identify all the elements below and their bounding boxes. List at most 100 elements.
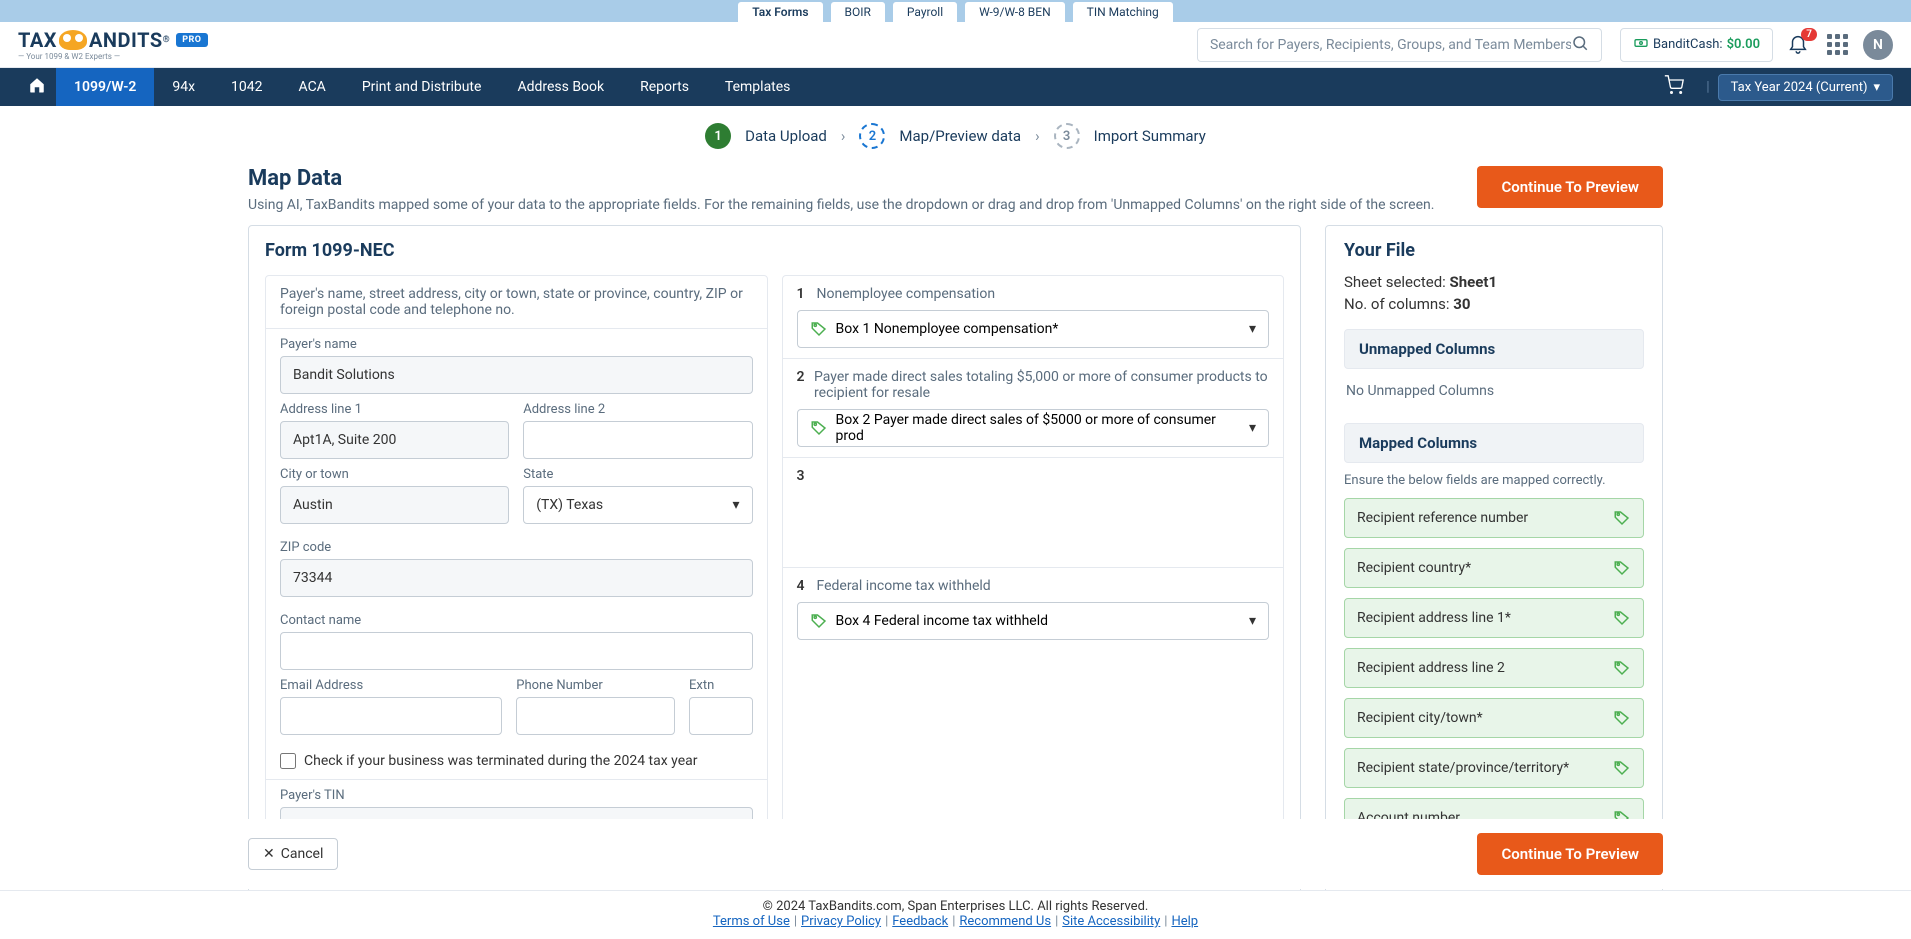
tag-icon xyxy=(810,320,828,338)
logo[interactable]: TAX ANDITS ® PRO — Your 1099 & W2 Expert… xyxy=(18,28,208,61)
footer-separator: | xyxy=(1160,914,1171,929)
zip-input[interactable] xyxy=(280,559,753,597)
cancel-button[interactable]: ✕ Cancel xyxy=(248,838,338,870)
state-label: State xyxy=(523,467,752,482)
mapped-column-label: Recipient address line 1* xyxy=(1357,610,1511,626)
cart-icon[interactable] xyxy=(1650,75,1698,99)
tag-icon xyxy=(1613,609,1631,627)
close-icon: ✕ xyxy=(263,846,275,862)
tag-icon xyxy=(1613,509,1631,527)
chevron-down-icon: ▾ xyxy=(732,497,739,513)
mapped-column-label: Recipient address line 2 xyxy=(1357,660,1505,676)
nav-aca[interactable]: ACA xyxy=(281,68,344,106)
header: TAX ANDITS ® PRO — Your 1099 & W2 Expert… xyxy=(0,22,1911,68)
city-input[interactable] xyxy=(280,486,509,524)
payer-section: Payer's name, street address, city or to… xyxy=(265,275,768,854)
mapped-column-item[interactable]: Recipient city/town* xyxy=(1344,698,1644,738)
copyright: © 2024 TaxBandits.com, Span Enterprises … xyxy=(0,899,1911,914)
nav-templates[interactable]: Templates xyxy=(707,68,809,106)
search-input[interactable] xyxy=(1210,37,1571,53)
mapped-column-item[interactable]: Recipient reference number xyxy=(1344,498,1644,538)
form-title: Form 1099-NEC xyxy=(265,240,1284,261)
nav-94x[interactable]: 94x xyxy=(154,68,213,106)
nav-print[interactable]: Print and Distribute xyxy=(344,68,500,106)
unmapped-empty: No Unmapped Columns xyxy=(1344,379,1644,407)
payer-name-input[interactable] xyxy=(280,356,753,394)
phone-input[interactable] xyxy=(516,697,675,735)
top-tab-payroll[interactable]: Payroll xyxy=(892,1,958,22)
nav-address-book[interactable]: Address Book xyxy=(499,68,622,106)
nav-home[interactable] xyxy=(18,76,56,98)
box2-label: Payer made direct sales totaling $5,000 … xyxy=(814,369,1269,401)
nav-1042[interactable]: 1042 xyxy=(213,68,280,106)
top-tab-w9w8[interactable]: W-9/W-8 BEN xyxy=(964,1,1066,22)
contact-label: Contact name xyxy=(280,613,753,628)
logo-text-b: ANDITS xyxy=(89,28,163,52)
tag-icon xyxy=(810,612,828,630)
tax-year-selector[interactable]: Tax Year 2024 (Current) ▾ xyxy=(1718,74,1893,101)
footer-separator: | xyxy=(948,914,959,929)
box4-value: Box 4 Federal income tax withheld xyxy=(836,613,1049,629)
sidebar-title: Your File xyxy=(1344,240,1644,261)
mapped-column-item[interactable]: Recipient address line 2 xyxy=(1344,648,1644,688)
email-label: Email Address xyxy=(280,678,502,693)
bandit-cash-label: BanditCash: xyxy=(1653,37,1723,52)
top-tabs: Tax Forms BOIR Payroll W-9/W-8 BEN TIN M… xyxy=(0,0,1911,22)
search-icon xyxy=(1571,34,1589,56)
cols-value: 30 xyxy=(1453,295,1470,313)
step-3-label: Import Summary xyxy=(1094,127,1206,145)
avatar[interactable]: N xyxy=(1863,30,1893,60)
state-select[interactable]: (TX) Texas ▾ xyxy=(523,486,752,524)
mapped-column-item[interactable]: Recipient address line 1* xyxy=(1344,598,1644,638)
top-tab-tin[interactable]: TIN Matching xyxy=(1072,1,1174,22)
cash-icon xyxy=(1633,35,1649,55)
step-1-badge: 1 xyxy=(705,123,731,149)
step-2-badge: 2 xyxy=(859,123,885,149)
mapped-column-label: Recipient city/town* xyxy=(1357,710,1483,726)
footer-link[interactable]: Help xyxy=(1171,914,1198,929)
chevron-right-icon: › xyxy=(841,127,846,145)
top-tab-boir[interactable]: BOIR xyxy=(830,1,886,22)
bandit-cash-button[interactable]: BanditCash: $0.00 xyxy=(1620,28,1773,62)
box2-select[interactable]: Box 2 Payer made direct sales of $5000 o… xyxy=(797,409,1270,447)
mapped-column-label: Recipient reference number xyxy=(1357,510,1528,526)
step-2-label: Map/Preview data xyxy=(899,127,1021,145)
email-input[interactable] xyxy=(280,697,502,735)
notifications-button[interactable]: 7 xyxy=(1787,32,1813,58)
terminated-checkbox[interactable] xyxy=(280,753,296,769)
footer-link[interactable]: Privacy Policy xyxy=(801,914,881,929)
cancel-label: Cancel xyxy=(281,846,324,862)
mapped-column-item[interactable]: Recipient state/province/territory* xyxy=(1344,748,1644,788)
nav-reports[interactable]: Reports xyxy=(622,68,707,106)
addr2-input[interactable] xyxy=(523,421,752,459)
mapped-column-item[interactable]: Recipient country* xyxy=(1344,548,1644,588)
contact-input[interactable] xyxy=(280,632,753,670)
continue-button-top[interactable]: Continue To Preview xyxy=(1477,166,1663,208)
global-search[interactable] xyxy=(1197,28,1602,62)
step-1-label: Data Upload xyxy=(745,127,827,145)
box1-value: Box 1 Nonemployee compensation* xyxy=(836,321,1059,337)
nav-1099-w2[interactable]: 1099/W-2 xyxy=(56,68,154,106)
footer-link[interactable]: Feedback xyxy=(892,914,948,929)
footer-link[interactable]: Site Accessibility xyxy=(1062,914,1160,929)
box4-select[interactable]: Box 4 Federal income tax withheld ▾ xyxy=(797,602,1270,640)
footer-separator: | xyxy=(790,914,801,929)
top-tab-tax-forms[interactable]: Tax Forms xyxy=(737,1,823,22)
box1-label: Nonemployee compensation xyxy=(817,286,996,302)
payer-section-desc: Payer's name, street address, city or to… xyxy=(266,276,767,329)
box1-select[interactable]: Box 1 Nonemployee compensation* ▾ xyxy=(797,310,1270,348)
addr1-input[interactable] xyxy=(280,421,509,459)
page-header: Map Data Using AI, TaxBandits mapped som… xyxy=(248,166,1663,213)
mapped-column-label: Recipient country* xyxy=(1357,560,1471,576)
footer-link[interactable]: Terms of Use xyxy=(713,914,790,929)
apps-icon[interactable] xyxy=(1827,34,1849,56)
footer-separator: | xyxy=(881,914,892,929)
extn-input[interactable] xyxy=(689,697,753,735)
footer-link[interactable]: Recommend Us xyxy=(959,914,1051,929)
owl-icon xyxy=(59,30,87,50)
chevron-down-icon: ▾ xyxy=(1873,80,1880,95)
main-nav: 1099/W-2 94x 1042 ACA Print and Distribu… xyxy=(0,68,1911,106)
continue-button-bottom[interactable]: Continue To Preview xyxy=(1477,833,1663,875)
mapped-hint: Ensure the below fields are mapped corre… xyxy=(1344,473,1644,488)
cols-label: No. of columns: xyxy=(1344,295,1450,313)
